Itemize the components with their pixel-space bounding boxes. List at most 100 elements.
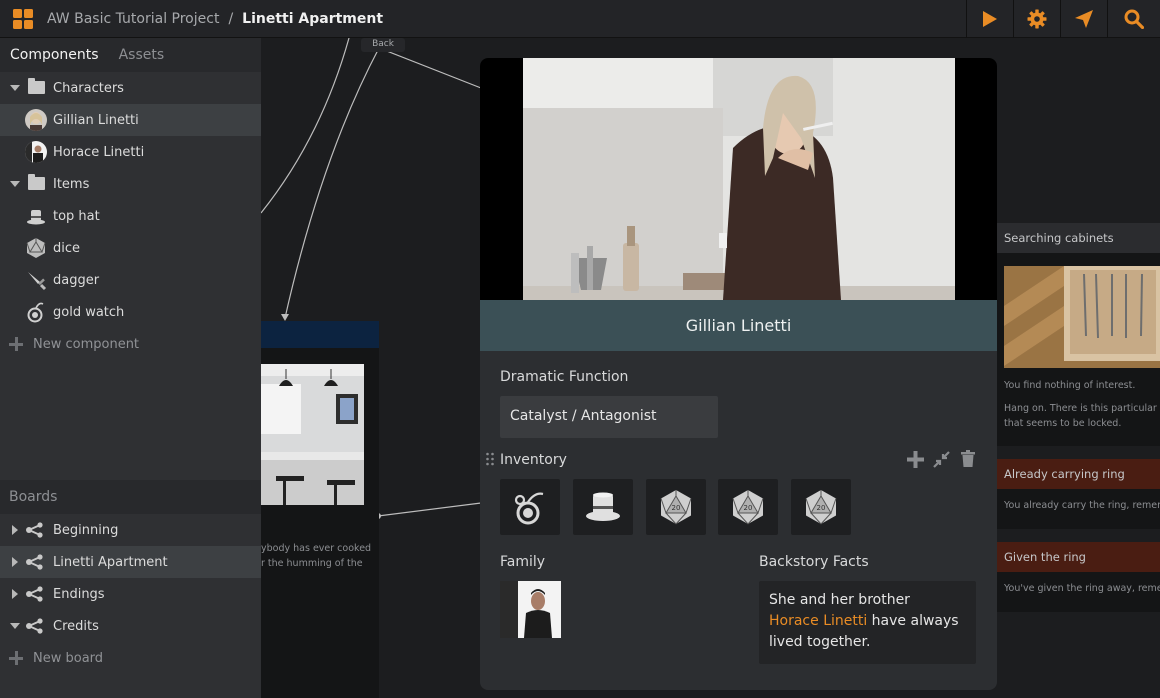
board-item-credits[interactable]: Credits [0, 610, 261, 642]
new-component-button[interactable]: New component [0, 328, 261, 360]
board-item-linetti-apartment[interactable]: Linetti Apartment [0, 546, 261, 578]
board-node-kitchen[interactable]: ybody has ever cooked r the humming of t… [261, 321, 379, 698]
settings-button[interactable] [1013, 0, 1060, 38]
card-photo-area [480, 58, 997, 300]
dice-icon [26, 238, 46, 258]
dramatic-function-label: Dramatic Function [500, 369, 629, 385]
send-icon [1075, 10, 1093, 28]
tree-item-dice[interactable]: dice [0, 232, 261, 264]
board-item-beginning[interactable]: Beginning [0, 514, 261, 546]
breadcrumb-project[interactable]: AW Basic Tutorial Project [47, 11, 219, 27]
board-item-endings[interactable]: Endings [0, 578, 261, 610]
node-text-line: You find nothing of interest. [1004, 380, 1136, 391]
play-button[interactable] [966, 0, 1013, 38]
breadcrumb-current: Linetti Apartment [242, 10, 384, 27]
search-icon [1124, 9, 1144, 29]
board-node-given-the-ring[interactable]: Given the ring You've given the ring awa… [997, 542, 1160, 612]
cabinet-image [1004, 266, 1160, 368]
dice-icon: 20 [732, 490, 764, 525]
backstory-link-horace[interactable]: Horace Linetti [769, 613, 867, 629]
tree-folder-label: Characters [53, 80, 124, 96]
character-photo[interactable] [523, 58, 955, 300]
chevron-down-icon[interactable] [10, 623, 20, 629]
node-text-line: r the humming of the [261, 558, 363, 569]
family-label: Family [500, 554, 546, 570]
collapse-icon[interactable] [933, 451, 950, 468]
board-icon [26, 522, 43, 538]
node-header [261, 321, 379, 348]
backstory-label: Backstory Facts [759, 554, 869, 570]
inventory-slot[interactable]: 20 [791, 479, 851, 535]
plus-icon [9, 651, 23, 665]
tree-folder-items[interactable]: Items [0, 168, 261, 200]
gold-watch-icon [514, 492, 544, 525]
tree-folder-characters[interactable]: Characters [0, 72, 261, 104]
chevron-right-icon[interactable] [12, 525, 18, 535]
folder-icon [28, 174, 45, 190]
tree-item-label: gold watch [53, 304, 125, 320]
inventory-slot[interactable] [573, 479, 633, 535]
character-card: Gillian Linetti Dramatic Function Cataly… [480, 58, 997, 690]
trash-icon[interactable] [961, 450, 975, 467]
node-title: Searching cabinets [997, 223, 1160, 253]
inventory-slot[interactable]: 20 [646, 479, 706, 535]
drag-handle-icon[interactable] [485, 452, 495, 466]
sidebar: Components Assets Characters Gillian Lin… [0, 38, 261, 698]
play-icon [983, 11, 997, 27]
inventory-slot[interactable] [500, 479, 560, 535]
node-text-line: ybody has ever cooked [261, 543, 372, 554]
tree-item-top-hat[interactable]: top hat [0, 200, 261, 232]
node-text-line: that seems to be locked. [1004, 418, 1122, 429]
new-board-button[interactable]: New board [0, 642, 261, 674]
dice-icon: 20 [660, 490, 692, 525]
tree-item-label: dice [53, 240, 81, 256]
plus-icon[interactable] [907, 451, 924, 468]
inventory-label: Inventory [500, 452, 567, 468]
chevron-right-icon[interactable] [12, 557, 18, 567]
board-icon [26, 554, 43, 570]
inventory-slot[interactable]: 20 [718, 479, 778, 535]
node-text-line: You already carry the ring, remem [1004, 500, 1160, 511]
app-logo-icon[interactable] [13, 8, 33, 29]
dagger-icon [28, 272, 47, 291]
top-bar: AW Basic Tutorial Project / Linetti Apar… [0, 0, 1160, 38]
top-hat-icon [27, 210, 45, 225]
board-label: Linetti Apartment [53, 554, 168, 570]
folder-icon [28, 78, 45, 94]
board-label: Endings [53, 586, 105, 602]
tab-assets[interactable]: Assets [109, 47, 175, 63]
chevron-down-icon[interactable] [10, 85, 20, 91]
dramatic-function-field[interactable]: Catalyst / Antagonist [500, 396, 718, 438]
backstory-field[interactable]: She and her brother Horace Linetti have … [759, 581, 976, 664]
board-node-searching-cabinets[interactable]: Searching cabinets You find nothing of i… [997, 223, 1160, 446]
plus-icon [9, 337, 23, 351]
tree-item-gillian-linetti[interactable]: Gillian Linetti [0, 104, 261, 136]
dramatic-function-value: Catalyst / Antagonist [510, 408, 657, 424]
board-icon [26, 586, 43, 602]
tree-item-gold-watch[interactable]: gold watch [0, 296, 261, 328]
backstory-text: She and her brother [769, 592, 910, 608]
search-button[interactable] [1107, 0, 1160, 38]
node-text: ybody has ever cooked r the humming of t… [261, 541, 379, 571]
tree-item-label: dagger [53, 272, 100, 288]
node-text-line: Hang on. There is this particular dr [1004, 403, 1160, 414]
sidebar-tabs: Components Assets [0, 38, 261, 72]
chevron-down-icon[interactable] [10, 181, 20, 187]
chevron-right-icon[interactable] [12, 589, 18, 599]
svg-text:20: 20 [817, 504, 826, 512]
svg-text:20: 20 [744, 504, 753, 512]
kitchen-image [261, 364, 364, 505]
breadcrumb-separator: / [228, 10, 234, 27]
board-node-already-carrying-ring[interactable]: Already carrying ring You already carry … [997, 459, 1160, 529]
svg-text:20: 20 [672, 504, 681, 512]
tree-item-dagger[interactable]: dagger [0, 264, 261, 296]
tree-item-horace-linetti[interactable]: Horace Linetti [0, 136, 261, 168]
node-text-line [997, 393, 1160, 401]
tree-folder-label: Items [53, 176, 90, 192]
publish-button[interactable] [1060, 0, 1107, 38]
tab-components[interactable]: Components [0, 47, 109, 63]
avatar [500, 581, 561, 638]
character-name[interactable]: Gillian Linetti [480, 300, 997, 351]
connection-label-back[interactable]: Back [361, 38, 405, 52]
family-member-horace[interactable] [500, 581, 561, 638]
